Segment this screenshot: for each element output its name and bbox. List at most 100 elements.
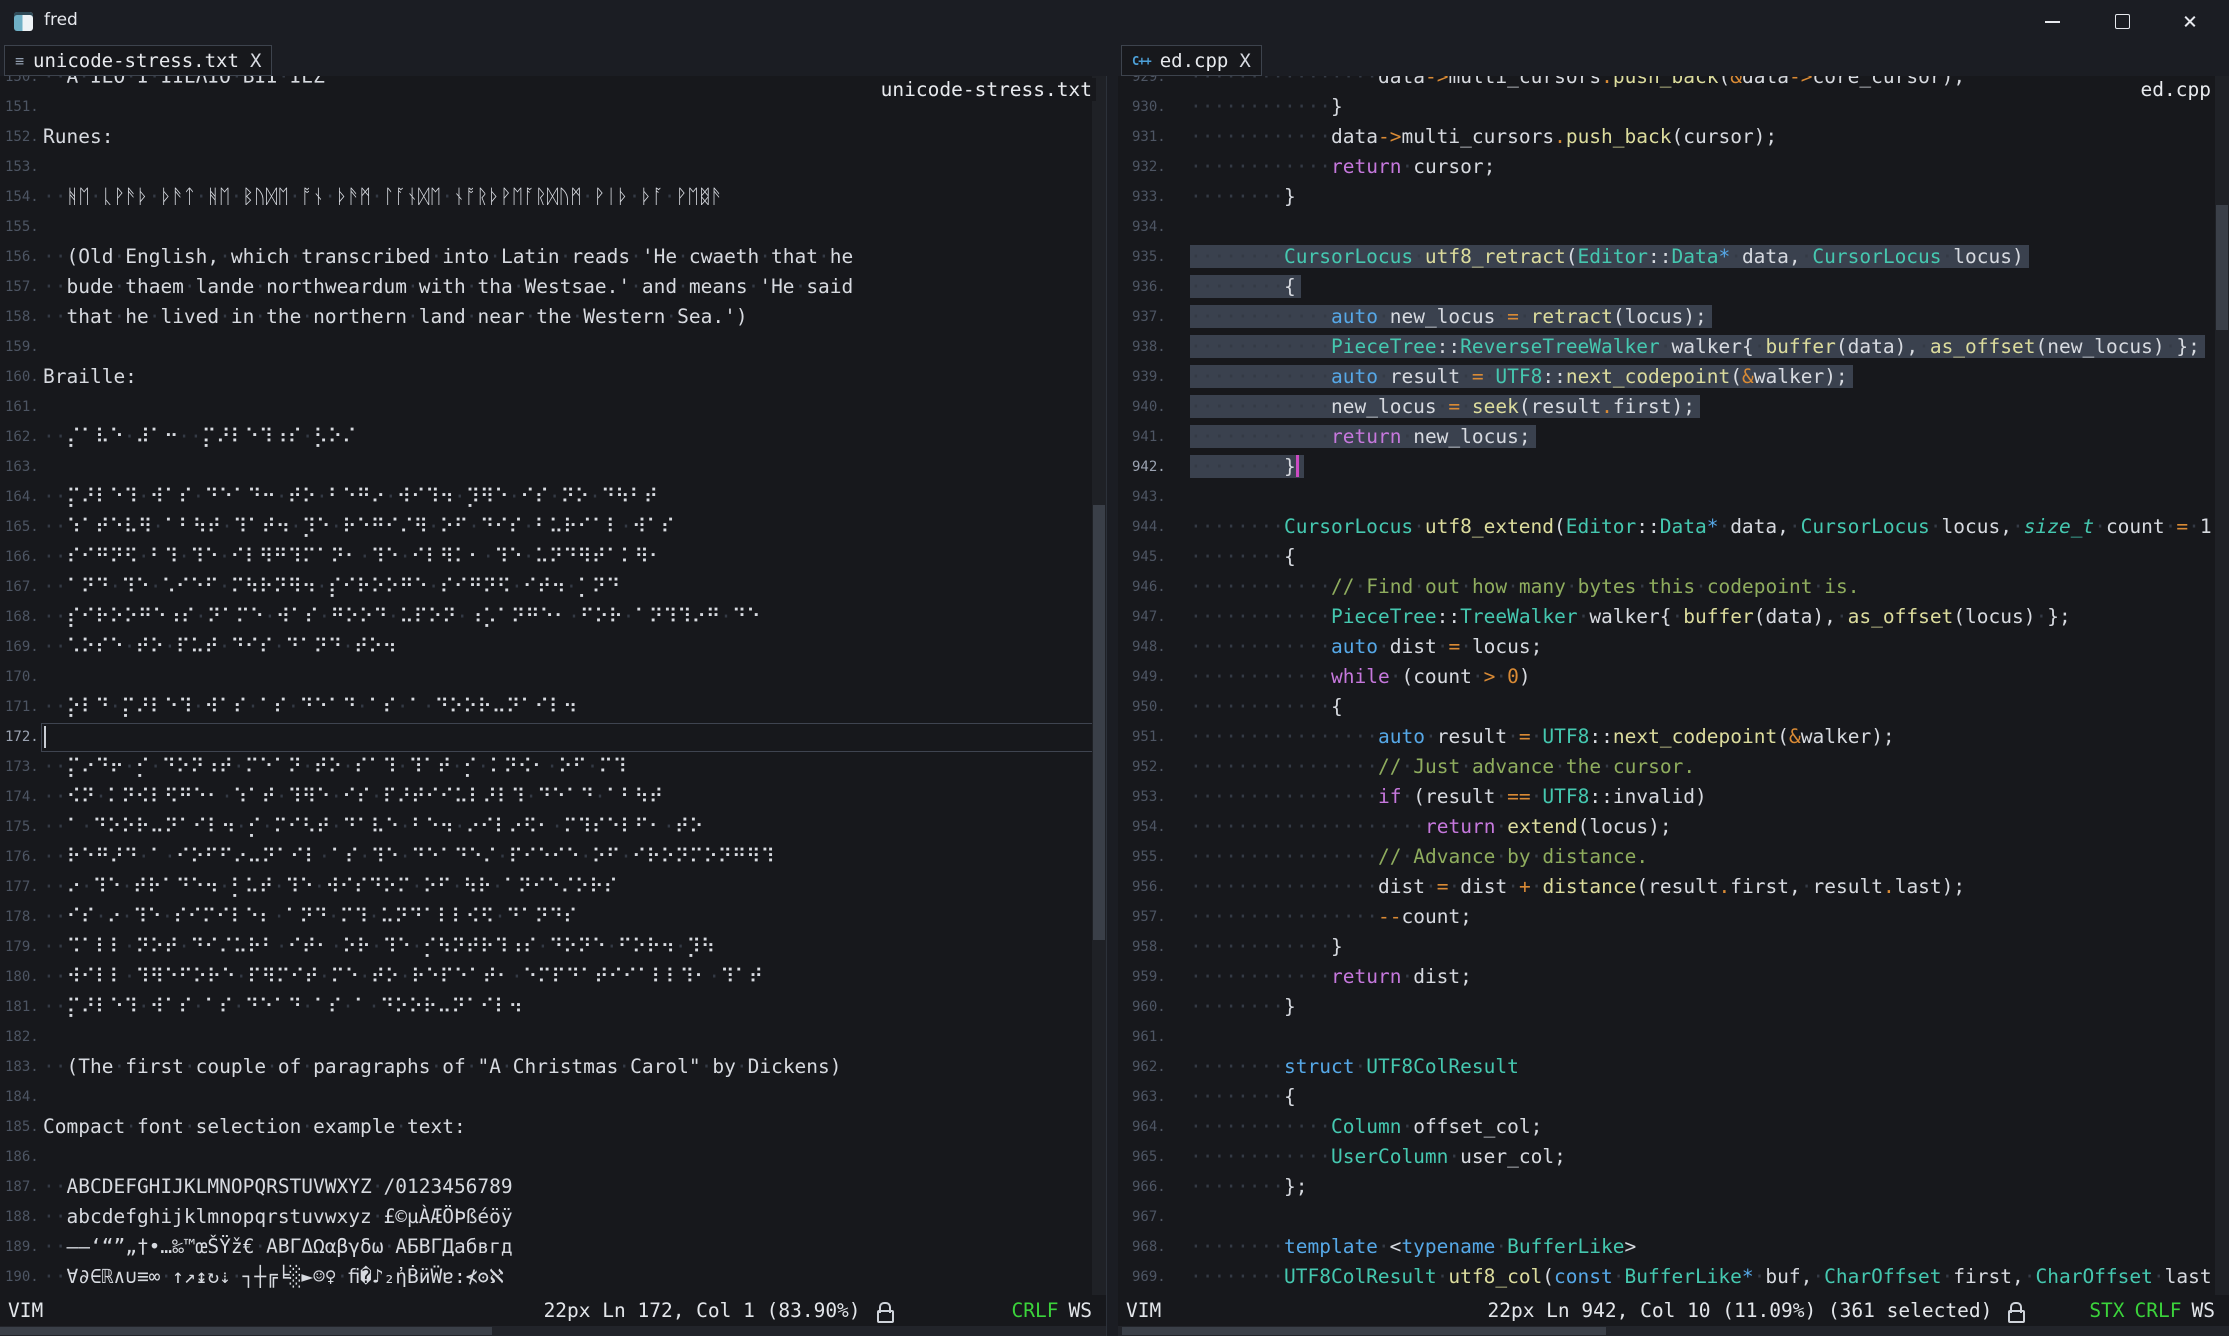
code-line[interactable]: 178.··⠊⠎·⠔·⠹⠑·⠎⠊⠍⠊⠇⠑⠆·⠁⠝⠙·⠍⠹·⠥⠝⠙⠁⠇⠇⠪⠫·⠙⠁… [0,902,1106,932]
code-line[interactable]: 943. [1118,482,2229,512]
code-line[interactable]: 929.················data->multi_cursors.… [1118,76,2229,92]
code-line[interactable]: 959.············return·dist; [1118,962,2229,992]
code-line[interactable]: 160.Braille: [0,362,1106,392]
code-line[interactable]: 184. [0,1082,1106,1112]
code-line[interactable]: 157.··bude·thaem·lande·northweardum·with… [0,272,1106,302]
code-line[interactable]: 173.··⡍⠔⠙⠖·⡊·⠙⠕⠝⠰⠞·⠍⠑⠁⠝·⠞⠕·⠎⠁⠹·⠹⠁⠞·⡊·⠅⠝⠪… [0,752,1106,782]
code-line[interactable]: 939.············auto·result·=·UTF8::next… [1118,362,2229,392]
code-line[interactable]: 182. [0,1022,1106,1052]
code-line[interactable]: 189.··–—‘“”„†•…‰™œŠŸž€·ΑΒΓΔΩαβγδω·АБВГДа… [0,1232,1106,1262]
code-area[interactable]: 150.··Α·ΪΕΟ·Ϊ·ΪΪΕΛΪΟ·ΒΪΪ·ΪΕΖ151.152.Rune… [0,76,1106,1292]
code-line[interactable]: 966.········}; [1118,1172,2229,1202]
code-line[interactable]: 187.··ABCDEFGHIJKLMNOPQRSTUVWXYZ·/012345… [0,1172,1106,1202]
code-line[interactable]: 168.··⡎⠊⠗⠕⠕⠛⠑⠰⠎·⠝⠁⠍⠑·⠺⠁⠎·⠛⠕⠕⠙·⠥⠏⠕⠝·⠰⡡⠁⠝⠛… [0,602,1106,632]
scrollbar-thumb[interactable] [1122,1327,1606,1335]
tab-ed-cpp[interactable]: C++ ed.cpp X [1121,45,1262,76]
vertical-scrollbar[interactable] [2215,76,2229,1295]
code-line[interactable]: 960.········} [1118,992,2229,1022]
lock-icon[interactable] [877,1301,892,1321]
code-line[interactable]: 947.············PieceTree::TreeWalker·wa… [1118,602,2229,632]
code-line[interactable]: 951.················auto·result·=·UTF8::… [1118,722,2229,752]
code-line[interactable]: 167.··⠁⠝⠙·⠹⠑·⠡⠊⠑⠋·⠍⠳⠗⠝⠻⠲·⡎⠊⠗⠕⠕⠛⠑·⠎⠊⠛⠝⠫·⠊… [0,572,1106,602]
code-line[interactable]: 165.··⠱⠁⠞⠑⠧⠻·⠁⠃⠳⠞·⠹⠁⠞⠲·⡹⠑·⠗⠑⠛⠊⠌⠻·⠕⠋·⠙⠊⠎·… [0,512,1106,542]
code-line[interactable]: 188.··abcdefghijklmnopqrstuvwxyz·£©µÀÆÖÞ… [0,1202,1106,1232]
code-line[interactable]: 156.··(Old·English,·which·transcribed·in… [0,242,1106,272]
tab-close-icon[interactable]: X [1239,50,1250,72]
lock-icon[interactable] [2008,1301,2023,1321]
code-line[interactable]: 936.········{ [1118,272,2229,302]
tab-unicode-stress-txt[interactable]: ≡ unicode-stress.txt X [4,45,272,76]
code-line[interactable]: 938.············PieceTree::ReverseTreeWa… [1118,332,2229,362]
code-line[interactable]: 931.············data->multi_cursors.push… [1118,122,2229,152]
code-line[interactable]: 945.········{ [1118,542,2229,572]
code-line[interactable]: 964.············Column·offset_col; [1118,1112,2229,1142]
code-line[interactable]: 164.··⡍⠜⠇⠑⠹·⠺⠁⠎·⠙⠑⠁⠙⠒·⠞⠕·⠃⠑⠛⠔·⠺⠊⠹⠲·⡹⠻⠑·⠊… [0,482,1106,512]
code-line[interactable]: 932.············return·cursor; [1118,152,2229,182]
code-line[interactable]: 953.················if·(result·==·UTF8::… [1118,782,2229,812]
close-button[interactable]: × [2160,0,2220,42]
code-line[interactable]: 963.········{ [1118,1082,2229,1112]
code-line[interactable]: 940.············new_locus·=·seek(result.… [1118,392,2229,422]
code-line[interactable]: 171.··⡕⠇⠙·⡍⠜⠇⠑⠹·⠺⠁⠎·⠁⠎·⠙⠑⠁⠙·⠁⠎·⠁·⠙⠕⠕⠗⠤⠝⠁… [0,692,1106,722]
code-line[interactable]: 968.········template·<typename·BufferLik… [1118,1232,2229,1262]
vertical-scrollbar[interactable] [1092,76,1106,1295]
code-line[interactable]: 176.··⠗⠑⠛⠜⠙·⠁·⠊⠕⠋⠋⠔⠤⠝⠁⠊⠇·⠁⠎·⠹⠑·⠙⠑⠁⠙⠑⠌·⠏⠊… [0,842,1106,872]
code-line[interactable]: 166.··⠎⠊⠛⠝⠫·⠃⠹·⠹⠑·⠊⠇⠻⠛⠹⠍⠁⠝⠂·⠹⠑·⠊⠇⠻⠅⠂·⠹⠑·… [0,542,1106,572]
code-line[interactable]: 954.····················return·extend(lo… [1118,812,2229,842]
code-line[interactable]: 946.············//·Find·out·how·many·byt… [1118,572,2229,602]
code-line[interactable]: 174.··⠪⠝·⠅⠝⠪⠇⠫⠛⠑⠂·⠱⠁⠞·⠹⠻⠑·⠊⠎·⠏⠜⠞⠊⠊⠥⠇⠜⠇⠹·… [0,782,1106,812]
code-line[interactable]: 952.················//·Just·advance·the·… [1118,752,2229,782]
code-line[interactable]: 172. [0,722,1106,752]
editor-pane-left[interactable]: unicode-stress.txt 150.··Α·ΪΕΟ·Ϊ·ΪΪΕΛΪΟ·… [0,76,1106,1295]
code-line[interactable]: 944.········CursorLocus·utf8_extend(Edit… [1118,512,2229,542]
minimize-button[interactable] [2022,0,2082,42]
code-line[interactable]: 957.················--count; [1118,902,2229,932]
code-area[interactable]: 929.················data->multi_cursors.… [1118,76,2229,1292]
code-line[interactable]: 159. [0,332,1106,362]
code-line[interactable]: 153. [0,152,1106,182]
code-line[interactable]: 183.··(The·first·couple·of·paragraphs·of… [0,1052,1106,1082]
code-line[interactable]: 179.··⠩⠁⠇⠇·⠝⠕⠞·⠙⠊⠌⠥⠗⠃·⠊⠞⠂·⠕⠗·⠹⠑·⡊⠳⠝⠞⠗⠹⠰⠎… [0,932,1106,962]
code-line[interactable]: 155. [0,212,1106,242]
code-line[interactable]: 948.············auto·dist·=·locus; [1118,632,2229,662]
code-line[interactable]: 190.··∀∂∈ℝ∧∪≡∞·↑↗↨↻⇣·┐┼╔╘░►☺♀·ﬁ�♪₂ἠḂӥẄɐ:… [0,1262,1106,1292]
code-line[interactable]: 181.··⡍⠜⠇⠑⠹·⠺⠁⠎·⠁⠎·⠙⠑⠁⠙·⠁⠎·⠁·⠙⠕⠕⠗⠤⠝⠁⠊⠇⠲ [0,992,1106,1022]
code-line[interactable]: 949.············while·(count·>·0) [1118,662,2229,692]
code-line[interactable]: 930.············} [1118,92,2229,122]
code-line[interactable]: 942.········} [1118,452,2229,482]
scrollbar-thumb[interactable] [0,1327,492,1335]
code-line[interactable]: 934. [1118,212,2229,242]
code-line[interactable]: 965.············UserColumn·user_col; [1118,1142,2229,1172]
code-line[interactable]: 961. [1118,1022,2229,1052]
code-line[interactable]: 956.················dist·=·dist·+·distan… [1118,872,2229,902]
code-line[interactable]: 152.Runes: [0,122,1106,152]
code-line[interactable]: 967. [1118,1202,2229,1232]
code-line[interactable]: 161. [0,392,1106,422]
code-line[interactable]: 962.········struct·UTF8ColResult [1118,1052,2229,1082]
code-line[interactable]: 175.··⠁·⠙⠕⠕⠗⠤⠝⠁⠊⠇⠲·⡊·⠍⠊⠣⠞·⠙⠁⠧⠑·⠃⠑⠲·⠔⠊⠇⠔⠫… [0,812,1106,842]
code-line[interactable]: 177.··⠔·⠹⠑·⠞⠗⠁⠙⠑⠲·⡃⠥⠞·⠹⠑·⠺⠊⠎⠙⠕⠍·⠕⠋·⠳⠗·⠁⠝… [0,872,1106,902]
scrollbar-thumb[interactable] [2216,205,2228,330]
code-line[interactable]: 162.··⡌⠁⠧⠑·⠼⠁⠒··⡍⠜⠇⠑⠹⠰⠎·⡣⠕⠌ [0,422,1106,452]
code-line[interactable]: 969.········UTF8ColResult·utf8_col(const… [1118,1262,2229,1292]
code-line[interactable]: 950.············{ [1118,692,2229,722]
code-line[interactable]: 937.············auto·new_locus·=·retract… [1118,302,2229,332]
code-line[interactable]: 154.··ᚻᛖ·ᚳᚹᚫᚦ·ᚦᚫᛏ·ᚻᛖ·ᛒᚢᛞᛖ·ᚩᚾ·ᚦᚫᛗ·ᛚᚪᚾᛞᛖ·ᚾ… [0,182,1106,212]
maximize-button[interactable] [2091,0,2151,42]
code-line[interactable]: 158.··that·he·lived·in·the·northern·land… [0,302,1106,332]
code-line[interactable]: 941.············return·new_locus; [1118,422,2229,452]
editor-pane-right[interactable]: ed.cpp 929.················data->multi_c… [1118,76,2229,1295]
code-line[interactable]: 169.··⠡⠕⠎⠑·⠞⠕·⠏⠥⠞·⠙⠊⠎·⠙⠁⠝⠙·⠞⠕⠲ [0,632,1106,662]
code-line[interactable]: 958.············} [1118,932,2229,962]
code-line[interactable]: 180.··⠺⠊⠇⠇·⠹⠻⠑⠋⠕⠗⠑·⠏⠻⠍⠊⠞·⠍⠑·⠞⠕·⠗⠑⠏⠑⠁⠞⠂·⠑… [0,962,1106,992]
code-line[interactable]: 933.········} [1118,182,2229,212]
code-line[interactable]: 163. [0,452,1106,482]
horizontal-scrollbar[interactable] [1118,1326,2229,1336]
code-line[interactable]: 186. [0,1142,1106,1172]
tab-close-icon[interactable]: X [250,50,261,72]
code-line[interactable]: 170. [0,662,1106,692]
horizontal-scrollbar[interactable] [0,1326,1106,1336]
code-line[interactable]: 955.················//·Advance·by·distan… [1118,842,2229,872]
code-line[interactable]: 185.Compact·font·selection·example·text: [0,1112,1106,1142]
scrollbar-thumb[interactable] [1093,505,1105,940]
